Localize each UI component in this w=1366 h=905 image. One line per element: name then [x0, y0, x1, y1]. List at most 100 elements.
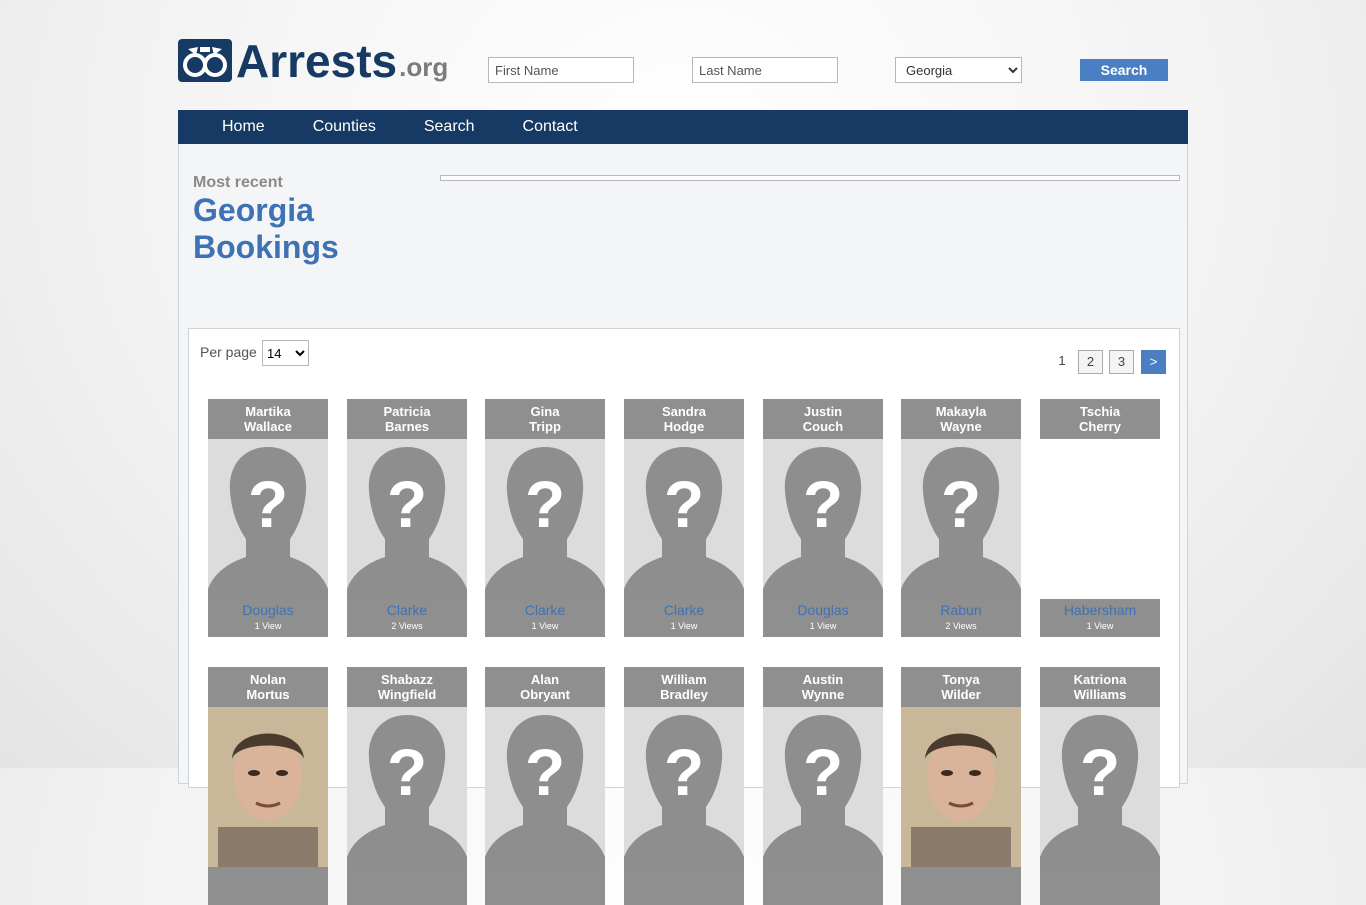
booking-county-link[interactable]: Douglas — [763, 599, 883, 620]
site-logo[interactable]: Arrests .org — [178, 35, 448, 87]
booking-name[interactable]: William Bradley — [624, 667, 744, 707]
booking-county-link[interactable]: Clarke — [624, 599, 744, 620]
nav-home[interactable]: Home — [222, 110, 265, 144]
placeholder-silhouette-icon[interactable]: ? — [347, 707, 467, 867]
booking-footer: Rabun 2 Views — [901, 599, 1021, 637]
booking-county-link[interactable]: Douglas — [208, 599, 328, 620]
booking-card[interactable]: Tschia Cherry Habersham 1 View — [1040, 399, 1160, 637]
search-button[interactable]: Search — [1080, 59, 1168, 81]
booking-last-name: Wayne — [940, 419, 982, 434]
nav-search[interactable]: Search — [424, 110, 475, 144]
mugshot-photo[interactable] — [208, 707, 328, 867]
nav-contact[interactable]: Contact — [523, 110, 578, 144]
booking-card[interactable]: Nolan Mortus — [208, 667, 328, 905]
booking-name[interactable]: Katriona Williams — [1040, 667, 1160, 707]
booking-card[interactable]: Alan Obryant? — [485, 667, 605, 905]
booking-footer: Habersham 1 View — [1040, 599, 1160, 637]
booking-name[interactable]: Makayla Wayne — [901, 399, 1021, 439]
booking-card[interactable]: Shabazz Wingfield? — [347, 667, 467, 905]
booking-first-name: Austin — [802, 672, 844, 687]
main-nav: Home Counties Search Contact — [178, 110, 1188, 144]
svg-text:?: ? — [803, 735, 843, 809]
content-panel: Most recent Georgia Bookings Per page 14… — [178, 144, 1188, 905]
booking-card[interactable]: William Bradley? — [624, 667, 744, 905]
page-kicker: Most recent — [193, 174, 283, 191]
logo-wordmark: Arrests — [236, 35, 398, 87]
placeholder-silhouette-icon[interactable]: ? — [901, 439, 1021, 599]
booking-county-link[interactable] — [485, 867, 605, 868]
booking-name[interactable]: Justin Couch — [763, 399, 883, 439]
last-name-input[interactable] — [692, 57, 838, 83]
booking-card[interactable]: Patricia Barnes? Clarke 2 Views — [347, 399, 467, 637]
booking-first-name: Justin — [803, 404, 843, 419]
booking-county-link[interactable] — [901, 867, 1021, 868]
booking-first-name: Patricia — [383, 404, 431, 419]
nav-counties[interactable]: Counties — [313, 110, 376, 144]
booking-last-name: Bradley — [660, 687, 708, 702]
svg-text:?: ? — [525, 467, 565, 541]
booking-county-link[interactable] — [347, 867, 467, 868]
booking-card[interactable]: Martika Wallace? Douglas 1 View — [208, 399, 328, 637]
booking-name[interactable]: Sandra Hodge — [624, 399, 744, 439]
booking-county-link[interactable]: Clarke — [347, 599, 467, 620]
booking-card[interactable]: Katriona Williams? — [1040, 667, 1160, 905]
booking-first-name: Alan — [530, 672, 560, 687]
booking-county-link[interactable] — [1040, 867, 1160, 868]
booking-name[interactable]: Tschia Cherry — [1040, 399, 1160, 439]
first-name-input[interactable] — [488, 57, 634, 83]
pagination-current: 1 — [1058, 353, 1066, 368]
placeholder-silhouette-icon[interactable]: ? — [485, 707, 605, 867]
booking-county-link[interactable] — [624, 867, 744, 868]
booking-views: 1 View — [1086, 621, 1114, 631]
svg-text:?: ? — [525, 735, 565, 809]
booking-views: 2 Views — [391, 621, 423, 631]
booking-first-name: Nolan — [249, 672, 287, 687]
pagination-page-2[interactable]: 2 — [1078, 350, 1103, 374]
booking-card[interactable]: Austin Wynne? — [763, 667, 883, 905]
booking-county-link[interactable] — [208, 867, 328, 868]
mugshot-photo[interactable] — [901, 707, 1021, 867]
booking-last-name: Obryant — [520, 687, 570, 702]
booking-footer — [208, 867, 328, 905]
booking-card[interactable]: Makayla Wayne? Rabun 2 Views — [901, 399, 1021, 637]
placeholder-silhouette-icon[interactable]: ? — [763, 707, 883, 867]
state-select[interactable]: Georgia — [895, 57, 1022, 83]
booking-county-link[interactable]: Habersham — [1040, 599, 1160, 620]
svg-text:?: ? — [248, 467, 288, 541]
pagination-next[interactable]: > — [1141, 350, 1166, 374]
booking-views: 2 Views — [945, 621, 977, 631]
placeholder-silhouette-icon[interactable]: ? — [208, 439, 328, 599]
placeholder-silhouette-icon[interactable]: ? — [1040, 707, 1160, 867]
pagination-page-3[interactable]: 3 — [1109, 350, 1134, 374]
placeholder-silhouette-icon[interactable]: ? — [763, 439, 883, 599]
svg-text:?: ? — [664, 735, 704, 809]
booking-name[interactable]: Nolan Mortus — [208, 667, 328, 707]
booking-first-name: Gina — [530, 404, 560, 419]
bookings-listing: Per page 14 1 2 3 > Martika Wallace? Dougl… — [188, 328, 1180, 905]
booking-card[interactable]: Tonya Wilder — [901, 667, 1021, 905]
booking-name[interactable]: Shabazz Wingfield — [347, 667, 467, 707]
placeholder-silhouette-icon[interactable]: ? — [485, 439, 605, 599]
booking-name[interactable]: Tonya Wilder — [901, 667, 1021, 707]
svg-text:?: ? — [664, 467, 704, 541]
booking-footer: Clarke 1 View — [624, 599, 744, 637]
placeholder-silhouette-icon[interactable]: ? — [347, 439, 467, 599]
booking-card[interactable]: Sandra Hodge? Clarke 1 View — [624, 399, 744, 637]
booking-name[interactable]: Austin Wynne — [763, 667, 883, 707]
booking-name[interactable]: Gina Tripp — [485, 399, 605, 439]
booking-footer — [347, 867, 467, 905]
booking-last-name: Hodge — [663, 419, 705, 434]
per-page-select[interactable]: 14 — [262, 340, 309, 366]
placeholder-silhouette-icon[interactable]: ? — [624, 439, 744, 599]
handcuffs-icon — [178, 39, 232, 82]
booking-name[interactable]: Alan Obryant — [485, 667, 605, 707]
booking-card[interactable]: Justin Couch? Douglas 1 View — [763, 399, 883, 637]
booking-name[interactable]: Martika Wallace — [208, 399, 328, 439]
booking-county-link[interactable] — [763, 867, 883, 868]
booking-name[interactable]: Patricia Barnes — [347, 399, 467, 439]
photo-blank[interactable] — [1040, 439, 1160, 599]
booking-card[interactable]: Gina Tripp? Clarke 1 View — [485, 399, 605, 637]
booking-county-link[interactable]: Clarke — [485, 599, 605, 620]
booking-county-link[interactable]: Rabun — [901, 599, 1021, 620]
placeholder-silhouette-icon[interactable]: ? — [624, 707, 744, 867]
